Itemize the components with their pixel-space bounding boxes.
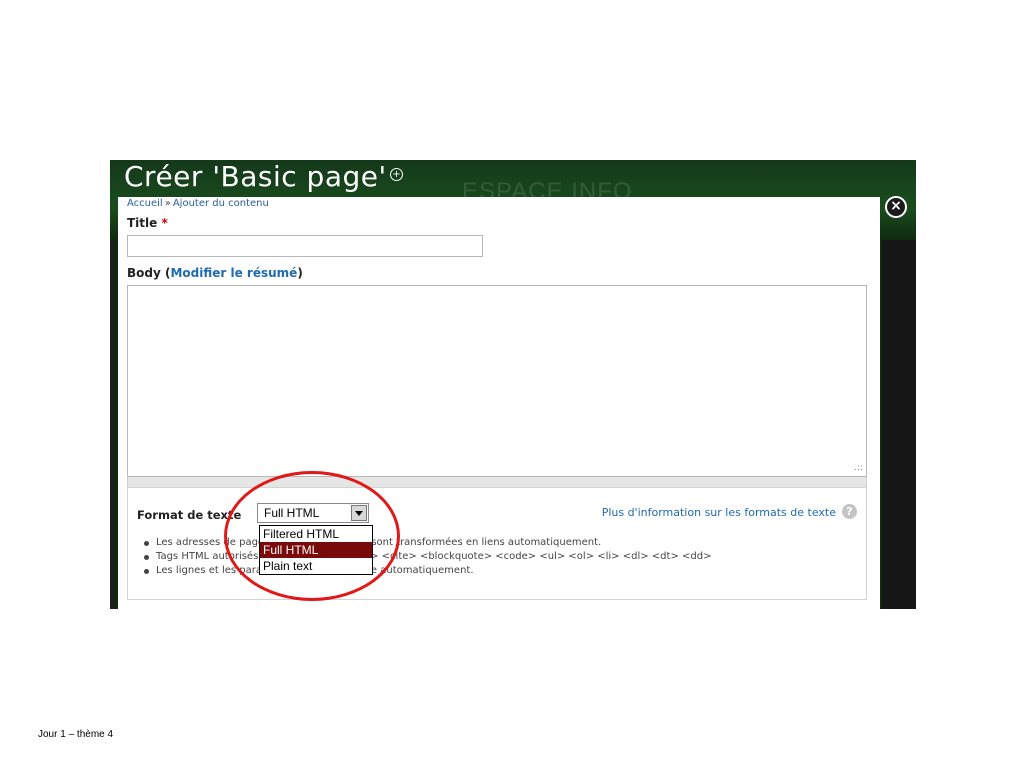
breadcrumb-home-link[interactable]: Accueil: [127, 198, 163, 209]
format-tip: Les lignes et les paragraphes vont à la …: [142, 564, 711, 578]
breadcrumb-current-link[interactable]: Ajouter du contenu: [173, 198, 269, 209]
highlight-circle: [224, 471, 400, 601]
right-edge: [882, 240, 916, 609]
title-label: Title *: [127, 216, 168, 230]
breadcrumb-separator: »: [164, 198, 171, 209]
body-label: Body (Modifier le résumé): [127, 266, 303, 280]
page-title: Créer 'Basic page': [124, 160, 387, 193]
slide-footer: Jour 1 – thème 4: [38, 729, 114, 740]
title-label-text: Title: [127, 216, 158, 230]
help-icon[interactable]: ?: [842, 504, 857, 519]
textarea-grippie[interactable]: [127, 477, 867, 487]
required-marker: *: [161, 216, 168, 230]
left-edge: [110, 240, 114, 609]
close-icon[interactable]: ×: [885, 196, 907, 218]
format-info-link[interactable]: Plus d'information sur les formats de te…: [602, 506, 836, 519]
title-input[interactable]: [127, 235, 483, 257]
body-textarea[interactable]: .::: [127, 285, 867, 477]
breadcrumb: Accueil» Ajouter du contenu: [127, 198, 269, 209]
body-label-text: Body: [127, 266, 161, 280]
resize-grip-icon[interactable]: .::: [854, 463, 863, 473]
plus-icon[interactable]: +: [390, 168, 403, 181]
edit-summary-link[interactable]: Modifier le résumé: [170, 266, 297, 280]
